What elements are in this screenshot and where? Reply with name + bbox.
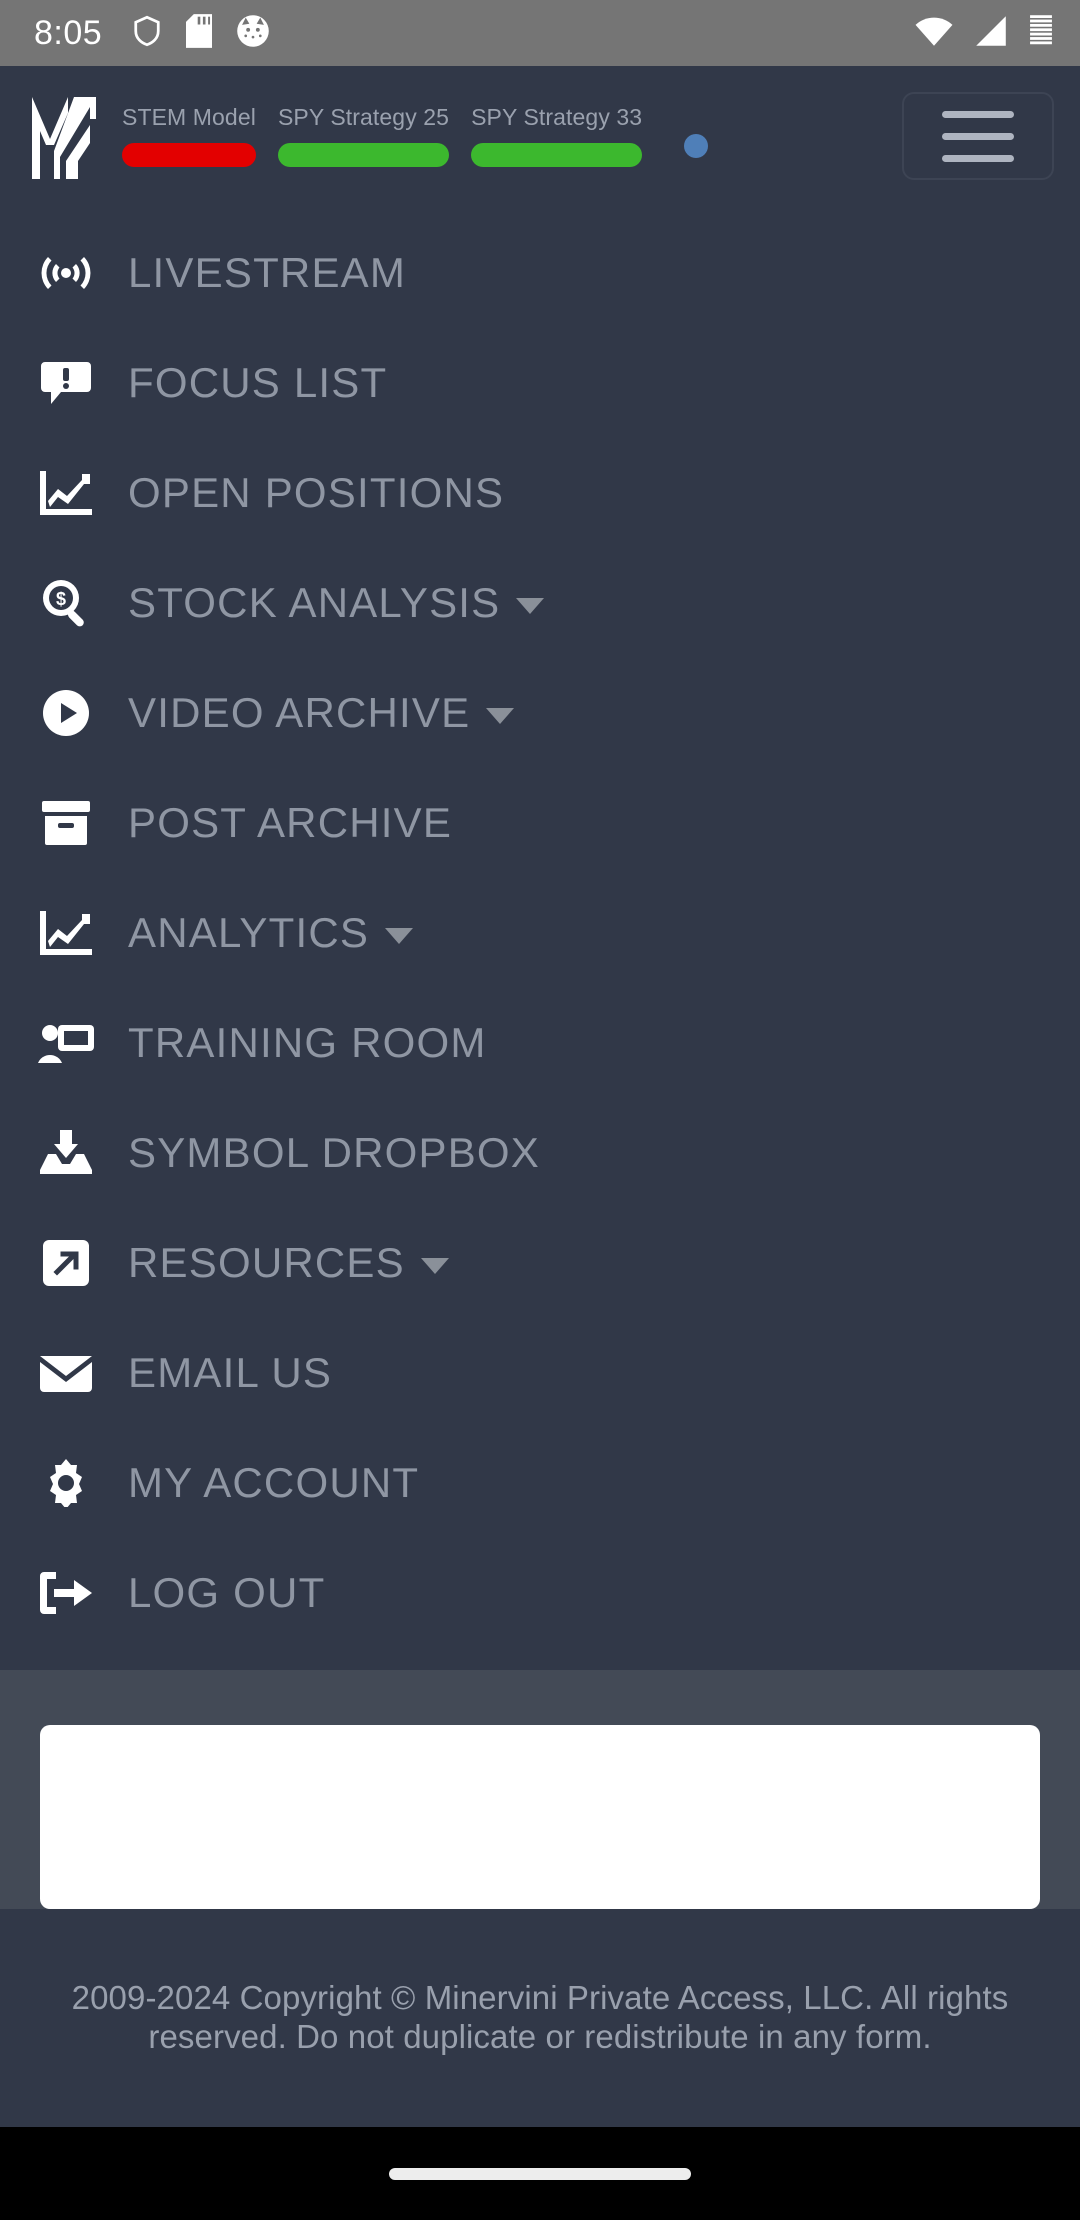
menu-item-label: LOG OUT bbox=[128, 1569, 326, 1616]
external-link-icon bbox=[38, 1240, 94, 1286]
status-bar: 8:05 bbox=[0, 0, 1080, 66]
chart-line-icon bbox=[38, 471, 94, 515]
menu-item-label: MY ACCOUNT bbox=[128, 1459, 420, 1506]
strategy-item[interactable]: SPY Strategy 25 bbox=[277, 104, 450, 167]
chevron-down-icon[interactable] bbox=[420, 1258, 449, 1274]
hamburger-line bbox=[942, 154, 1014, 162]
menu-item-label: FOCUS LIST bbox=[128, 359, 388, 406]
strategy-item[interactable]: STEM Model bbox=[122, 104, 256, 167]
strategy-status-bar bbox=[471, 142, 643, 167]
search-dollar-icon: $ bbox=[38, 578, 94, 628]
copyright-text: 2009-2024 Copyright © Minervini Private … bbox=[71, 1979, 1009, 2055]
menu-item-log-out[interactable]: LOG OUT bbox=[0, 1538, 1080, 1648]
menu-item-label: RESOURCES bbox=[128, 1239, 405, 1286]
menu-item-email-us[interactable]: EMAIL US bbox=[0, 1318, 1080, 1428]
chart-line-icon bbox=[38, 911, 94, 955]
strategy-indicators: STEM Model SPY Strategy 25 SPY Strategy … bbox=[122, 104, 643, 167]
navigation-menu: LIVESTREAM FOCUS LIST OPEN POSITIONS $ S… bbox=[0, 206, 1080, 1670]
strategy-status-bar bbox=[277, 142, 450, 167]
svg-text:$: $ bbox=[56, 589, 66, 609]
chevron-down-icon[interactable] bbox=[486, 708, 515, 724]
envelope-icon bbox=[38, 1354, 94, 1392]
sign-out-icon bbox=[38, 1572, 94, 1614]
archive-box-icon bbox=[38, 801, 94, 845]
menu-item-label: ANALYTICS bbox=[128, 909, 370, 956]
menu-item-label: OPEN POSITIONS bbox=[128, 469, 505, 516]
menu-item-label: LIVESTREAM bbox=[128, 249, 407, 296]
gesture-handle[interactable] bbox=[389, 2167, 691, 2180]
strategy-item[interactable]: SPY Strategy 33 bbox=[471, 104, 643, 167]
hamburger-menu-button[interactable] bbox=[902, 92, 1054, 180]
sd-card-icon bbox=[186, 13, 213, 53]
strategy-label: SPY Strategy 33 bbox=[471, 104, 643, 131]
battery-icon bbox=[1028, 14, 1054, 53]
menu-item-label: SYMBOL DROPBOX bbox=[128, 1129, 541, 1176]
chevron-down-icon[interactable] bbox=[516, 598, 545, 614]
menu-item-label: TRAINING ROOM bbox=[128, 1019, 487, 1066]
wifi-icon bbox=[914, 15, 954, 52]
system-navigation-bar bbox=[0, 2127, 1080, 2220]
menu-item-label: VIDEO ARCHIVE bbox=[128, 689, 471, 736]
notification-dot[interactable] bbox=[684, 134, 709, 158]
strategy-label: SPY Strategy 25 bbox=[277, 104, 450, 131]
hamburger-line bbox=[942, 132, 1014, 140]
minervini-logo[interactable] bbox=[30, 91, 100, 181]
menu-item-label: POST ARCHIVE bbox=[128, 799, 453, 846]
menu-item-my-account[interactable]: MY ACCOUNT bbox=[0, 1428, 1080, 1538]
ad-placeholder-card[interactable] bbox=[40, 1725, 1040, 1909]
person-chalkboard-icon bbox=[38, 1021, 94, 1065]
footer: 2009-2024 Copyright © Minervini Private … bbox=[0, 1909, 1080, 2127]
content-area bbox=[0, 1670, 1080, 1909]
status-bar-clock: 8:05 bbox=[34, 14, 103, 52]
menu-item-video-archive[interactable]: VIDEO ARCHIVE bbox=[0, 658, 1080, 768]
menu-item-training-room[interactable]: TRAINING ROOM bbox=[0, 988, 1080, 1098]
menu-item-resources[interactable]: RESOURCES bbox=[0, 1208, 1080, 1318]
menu-item-open-positions[interactable]: OPEN POSITIONS bbox=[0, 438, 1080, 548]
app-header: STEM Model SPY Strategy 25 SPY Strategy … bbox=[0, 66, 1080, 206]
menu-item-stock-analysis[interactable]: $ STOCK ANALYSIS bbox=[0, 548, 1080, 658]
comment-alert-icon bbox=[38, 360, 94, 406]
status-bar-system-icons bbox=[914, 14, 1054, 53]
status-bar-notification-icons bbox=[132, 13, 270, 53]
gear-icon bbox=[38, 1459, 94, 1507]
cellular-signal-icon bbox=[974, 15, 1008, 52]
strategy-label: STEM Model bbox=[122, 104, 256, 131]
menu-item-label: STOCK ANALYSIS bbox=[128, 579, 501, 626]
strategy-status-bar bbox=[122, 142, 256, 167]
menu-item-symbol-dropbox[interactable]: SYMBOL DROPBOX bbox=[0, 1098, 1080, 1208]
app-root: 8:05 STEM Model SPY Strategy 25 SPY Stra… bbox=[0, 0, 1080, 2220]
shield-icon bbox=[132, 14, 162, 53]
hamburger-line bbox=[942, 110, 1014, 118]
play-circle-icon bbox=[38, 689, 94, 737]
menu-item-post-archive[interactable]: POST ARCHIVE bbox=[0, 768, 1080, 878]
menu-item-focus-list[interactable]: FOCUS LIST bbox=[0, 328, 1080, 438]
cat-face-icon bbox=[236, 14, 270, 53]
inbox-download-icon bbox=[38, 1130, 94, 1176]
broadcast-tower-icon bbox=[38, 252, 94, 294]
menu-item-livestream[interactable]: LIVESTREAM bbox=[0, 218, 1080, 328]
menu-item-analytics[interactable]: ANALYTICS bbox=[0, 878, 1080, 988]
chevron-down-icon[interactable] bbox=[385, 928, 414, 944]
menu-item-label: EMAIL US bbox=[128, 1349, 333, 1396]
